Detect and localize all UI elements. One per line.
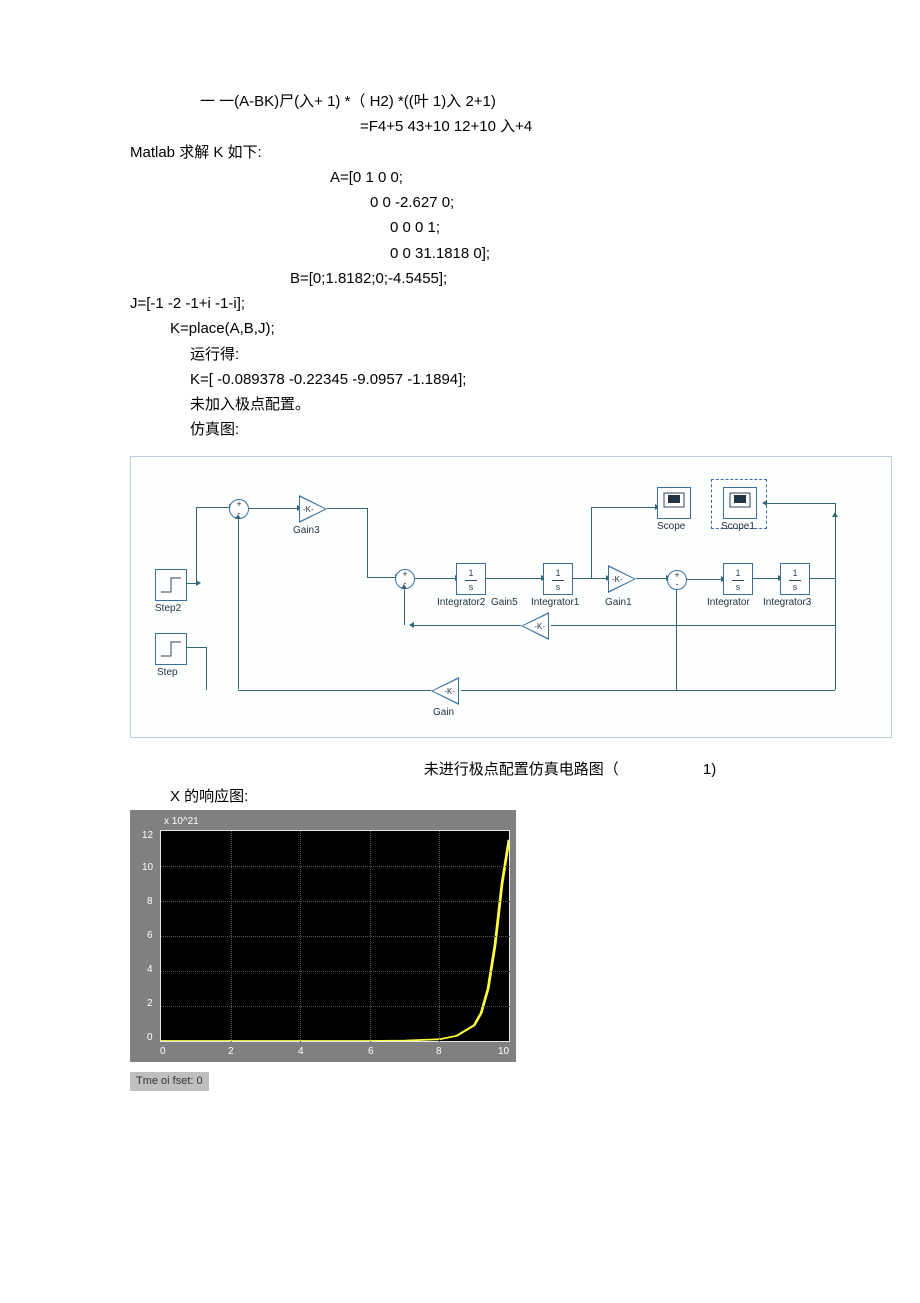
simulink-diagram: Step2 Step +- -K- Gain3 +- 1 s bbox=[130, 456, 892, 738]
xtick: 8 bbox=[436, 1044, 442, 1060]
scope1-block bbox=[723, 487, 757, 519]
xtick: 4 bbox=[298, 1044, 304, 1060]
response-label: X 的响应图: bbox=[170, 785, 860, 808]
wire bbox=[238, 519, 239, 689]
matlab-heading: Matlab 求解 K 如下: bbox=[130, 141, 860, 164]
wire bbox=[461, 690, 835, 691]
gain5-block: -K- bbox=[521, 612, 549, 640]
wire bbox=[327, 508, 367, 509]
matlab-A-row0: A=[0 1 0 0; bbox=[330, 166, 860, 189]
xtick: 10 bbox=[498, 1044, 509, 1060]
matlab-J: J=[-1 -2 -1+i -1-i]; bbox=[130, 292, 860, 315]
equation-line-1: 一 一(A-BK)尸(入+ 1) *（ H2) *((叶 1)入 2+1) bbox=[200, 90, 860, 113]
wire bbox=[249, 508, 297, 509]
gain5-label: Gain5 bbox=[491, 595, 518, 611]
integrator1-label: Integrator1 bbox=[531, 595, 579, 611]
step2-label: Step2 bbox=[155, 601, 181, 617]
wire bbox=[591, 507, 655, 508]
ytick: 6 bbox=[147, 928, 153, 944]
scope1-label: Scope1 bbox=[721, 519, 755, 535]
gain1-label: Gain1 bbox=[605, 595, 632, 611]
matlab-B: B=[0;1.8182;0;-4.5455]; bbox=[290, 267, 860, 290]
k-result: K=[ -0.089378 -0.22345 -9.0957 -1.1894]; bbox=[190, 368, 860, 391]
matlab-A-row3: 0 0 31.1818 0]; bbox=[390, 242, 860, 265]
gain-label: Gain bbox=[433, 705, 454, 721]
wire bbox=[206, 647, 207, 690]
diagram-caption: 未进行极点配置仿真电路图（ 1) bbox=[280, 758, 860, 781]
integrator-label: Integrator bbox=[707, 595, 750, 611]
wire bbox=[186, 583, 196, 584]
wire bbox=[367, 508, 368, 577]
sim-label: 仿真图: bbox=[190, 418, 860, 441]
wire bbox=[551, 625, 835, 626]
matlab-A-row2: 0 0 0 1; bbox=[390, 216, 860, 239]
wire bbox=[572, 578, 606, 579]
wire bbox=[196, 507, 197, 584]
xtick: 6 bbox=[368, 1044, 374, 1060]
scope-label: Scope bbox=[657, 519, 685, 535]
integrator2-block: 1 s bbox=[456, 563, 486, 595]
xtick: 2 bbox=[228, 1044, 234, 1060]
matlab-A-row1: 0 0 -2.627 0; bbox=[370, 191, 860, 214]
wire bbox=[591, 507, 592, 578]
step-label: Step bbox=[157, 665, 178, 681]
wire bbox=[809, 578, 835, 579]
matlab-K-place: K=place(A,B,J); bbox=[170, 317, 860, 340]
gain3-block: -K- bbox=[299, 495, 327, 523]
integrator-block: 1 s bbox=[723, 563, 753, 595]
wire bbox=[752, 578, 778, 579]
integrator3-label: Integrator3 bbox=[763, 595, 811, 611]
wire bbox=[414, 625, 521, 626]
wire bbox=[196, 507, 229, 508]
wire bbox=[767, 503, 835, 504]
run-label: 运行得: bbox=[190, 343, 860, 366]
y-exponent: x 10^21 bbox=[164, 814, 199, 830]
no-pole-text: 未加入极点配置。 bbox=[190, 393, 860, 416]
ytick: 10 bbox=[142, 860, 153, 876]
wire bbox=[835, 625, 836, 690]
wire bbox=[186, 647, 206, 648]
time-offset-label: Tme oi fset: 0 bbox=[130, 1072, 209, 1091]
wire bbox=[835, 517, 836, 579]
gain3-label: Gain3 bbox=[293, 523, 320, 539]
wire bbox=[636, 578, 666, 579]
scope-block bbox=[657, 487, 691, 519]
scope-response-panel: x 10^21 12 10 8 6 4 2 0 0 2 4 6 8 1 bbox=[130, 810, 516, 1062]
scope-plot-area bbox=[160, 830, 510, 1042]
wire bbox=[238, 690, 431, 691]
gain1-block: -K- bbox=[608, 565, 636, 593]
wire bbox=[404, 589, 405, 625]
wire bbox=[485, 578, 541, 579]
integrator2-label: Integrator2 bbox=[437, 595, 485, 611]
xtick: 0 bbox=[160, 1044, 166, 1060]
wire bbox=[835, 503, 836, 517]
wire bbox=[835, 578, 836, 625]
ytick: 8 bbox=[147, 894, 153, 910]
integrator3-block: 1 s bbox=[780, 563, 810, 595]
wire bbox=[687, 579, 721, 580]
sum-3: +- bbox=[667, 570, 687, 590]
integrator1-block: 1 s bbox=[543, 563, 573, 595]
equation-line-2: =F4+5 43+10 12+10 入+4 bbox=[360, 115, 860, 138]
ytick: 0 bbox=[147, 1030, 153, 1046]
step2-block bbox=[155, 569, 187, 601]
wire bbox=[676, 590, 677, 690]
ytick: 12 bbox=[142, 828, 153, 844]
wire bbox=[415, 578, 455, 579]
wire bbox=[367, 577, 395, 578]
ytick: 4 bbox=[147, 962, 153, 978]
step-block bbox=[155, 633, 187, 665]
caption-text: 未进行极点配置仿真电路图（ bbox=[424, 761, 619, 778]
ytick: 2 bbox=[147, 996, 153, 1012]
caption-num: 1) bbox=[703, 758, 716, 781]
gain-block: -K- bbox=[431, 677, 459, 705]
